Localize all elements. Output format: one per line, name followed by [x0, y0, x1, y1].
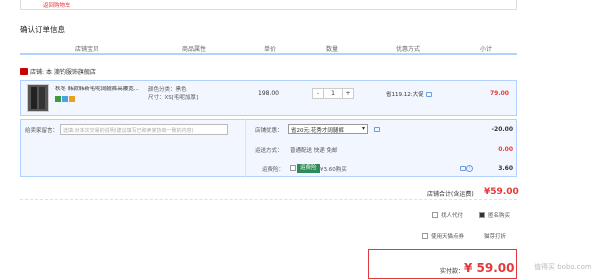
checked-icon — [479, 212, 485, 218]
attr-color: 颜色分类：黑色 — [148, 87, 187, 93]
qty-input[interactable]: 1 — [323, 89, 343, 98]
product-badges — [55, 96, 76, 103]
checkbox-icon — [432, 212, 438, 218]
promo-text: 省119.12:大促 — [386, 92, 424, 98]
col-promo: 优惠方式 — [396, 46, 421, 53]
checkbox-icon — [422, 233, 428, 239]
col-price: 单价 — [264, 46, 277, 53]
item-subtotal: 79.00 — [490, 90, 509, 97]
shop-label: 店铺: — [30, 69, 46, 76]
top-strip: 返回购物车 — [20, 0, 517, 10]
product-image[interactable] — [27, 84, 49, 112]
divider — [245, 119, 246, 177]
qty-minus-button[interactable]: - — [313, 89, 323, 98]
unit-price: 198.00 — [258, 90, 279, 97]
message-input[interactable]: 选填:对本次交易的说明(建议填写已和卖家协商一致的内容) — [60, 124, 228, 135]
option-tmall-points[interactable]: 使用天猫点券 — [422, 232, 464, 240]
shop-promo-amount: -20.00 — [491, 126, 513, 133]
attr-size: 尺寸：XS[毛呢加厚] — [148, 95, 199, 101]
shop-line: 店铺: 本 澳钓服饰旗舰店 — [20, 67, 96, 76]
checkbox-icon — [290, 165, 296, 171]
shop-promo-select[interactable]: 省20元:花秀才阔腿裤 — [288, 124, 368, 134]
product-attrs: 颜色分类：黑色尺寸：XS[毛呢加厚] — [148, 86, 198, 102]
table-header: 店铺宝贝 商品属性 单价 数量 优惠方式 小计 — [20, 41, 517, 55]
shop-total-value: ¥59.00 — [484, 187, 519, 197]
item-promo: 省119.12:大促 — [386, 90, 432, 98]
shop-promo-label: 店铺优惠： — [255, 128, 283, 134]
shop-name[interactable]: 本 澳钓服饰旗舰店 — [46, 69, 96, 76]
shipping-amount: 0.00 — [498, 146, 513, 153]
chat-icon[interactable] — [425, 92, 432, 97]
insurance-tag: 运费险 — [297, 164, 320, 173]
help-icon[interactable]: ? — [466, 165, 473, 172]
option-proxy[interactable]: 找人代付 — [432, 211, 463, 219]
badge-icon — [55, 96, 61, 102]
shop-icon — [20, 68, 28, 75]
message-label: 给卖家留言： — [25, 128, 59, 134]
col-attr: 商品属性 — [182, 46, 207, 53]
option-proxy-label: 找人代付 — [441, 213, 464, 219]
shipping-label: 运送方式： — [255, 148, 283, 154]
option-anonymous-label: 匿名购买 — [488, 213, 511, 219]
product-name[interactable]: 秋冬 韩款韩新毛呢阔腿裤高腰宽... — [55, 86, 150, 93]
col-item: 店铺宝贝 — [75, 46, 100, 53]
option-anonymous[interactable]: 匿名购买 — [479, 211, 510, 219]
pay-label: 实付款： — [440, 268, 465, 275]
chat-icon[interactable] — [374, 127, 380, 132]
back-to-cart-link[interactable]: 返回购物车 — [43, 1, 71, 9]
option-flag[interactable]: 猫芽打折 — [484, 232, 506, 240]
section-title: 确认订单信息 — [20, 25, 65, 34]
pay-amount: ¥ 59.00 — [464, 261, 515, 275]
watermark: 值得买 bobo.com — [534, 263, 592, 271]
badge-icon — [69, 96, 75, 102]
shipping-method: 普通配送 快递 免邮 — [290, 148, 338, 154]
qty-plus-button[interactable]: + — [343, 89, 353, 98]
badge-icon — [62, 96, 68, 102]
col-subtotal: 小计 — [480, 46, 493, 53]
option-tmall-points-label: 使用天猫点券 — [431, 234, 465, 240]
insurance-label: 运费险： — [262, 167, 285, 173]
insurance-text: ¥3.60购买 — [320, 167, 347, 173]
shop-total-label: 店铺合计(含运费) — [427, 191, 474, 198]
quantity-stepper: -1 + — [312, 88, 354, 99]
col-qty: 数量 — [326, 46, 339, 53]
insurance-amount: 3.60 — [498, 165, 513, 172]
